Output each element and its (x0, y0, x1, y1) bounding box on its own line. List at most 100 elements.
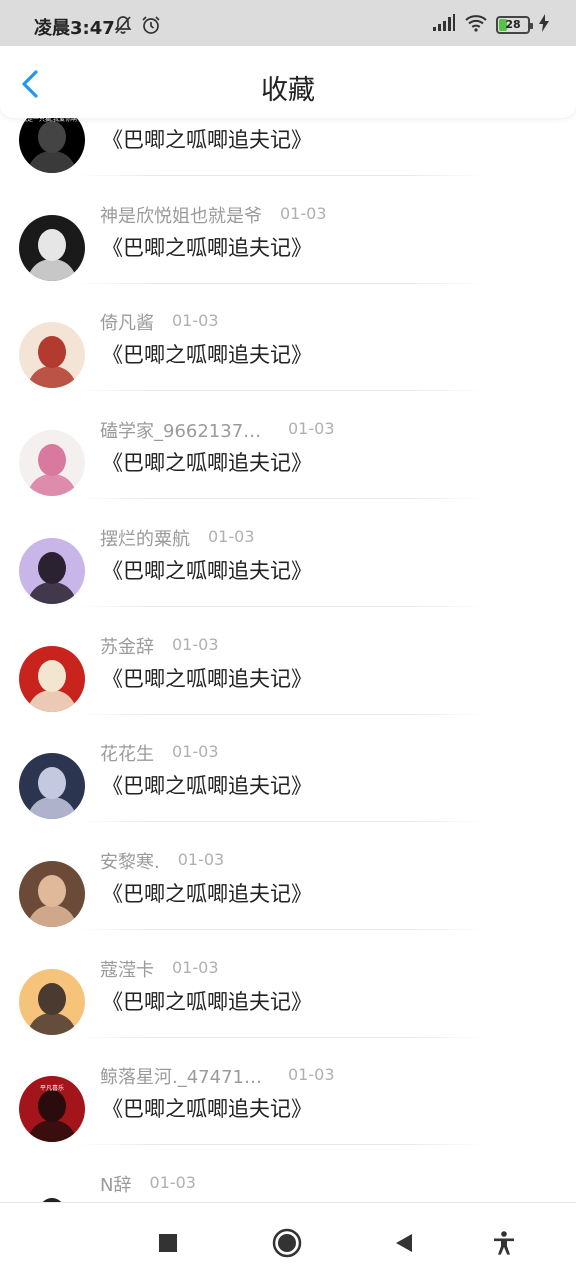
item-divider (76, 1144, 488, 1146)
list-item[interactable]: 磕学家_96621371... 01-03 《巴唧之呱唧追夫记》 (0, 405, 576, 513)
status-left-icons (113, 15, 161, 39)
user-name[interactable]: 花花生 (100, 740, 154, 764)
list-item[interactable]: 蔻滢卡 01-03 《巴唧之呱唧追夫记》 (0, 944, 576, 1052)
list-item[interactable]: 倚凡酱 01-03 《巴唧之呱唧追夫记》 (0, 297, 576, 405)
avatar[interactable] (19, 430, 85, 497)
status-right-icons: 28 (432, 14, 550, 36)
item-meta: 花花生 01-03 (100, 740, 219, 764)
list-item[interactable]: 神是欣悦姐也就是爷 01-03 《巴唧之呱唧追夫记》 (0, 190, 576, 298)
list-item[interactable]: 平凡喜乐 鲸落星河._474716... 01-03 《巴唧之呱唧追夫记》 (0, 1051, 576, 1159)
list-item[interactable]: N辞 01-03 (0, 1159, 576, 1202)
avatar[interactable] (19, 322, 85, 389)
home-button[interactable] (271, 1227, 303, 1259)
item-title[interactable]: 《巴唧之呱唧追夫记》 (102, 770, 312, 800)
avatar-face (38, 1090, 66, 1123)
item-title[interactable]: 《巴唧之呱唧追夫记》 (102, 663, 312, 693)
home-circle-icon (272, 1228, 302, 1258)
recent-apps-button[interactable] (152, 1227, 184, 1259)
avatar-face (38, 228, 66, 261)
avatar-image (19, 537, 85, 604)
list-item[interactable]: 摆烂的粟航 01-03 《巴唧之呱唧追夫记》 (0, 513, 576, 621)
avatar[interactable] (19, 860, 85, 927)
item-date: 01-03 (172, 634, 219, 654)
item-date: 01-03 (280, 203, 327, 223)
item-date: 01-03 (208, 526, 255, 546)
item-title[interactable]: 《巴唧之呱唧追夫记》 (102, 232, 312, 262)
avatar-face (38, 982, 66, 1015)
avatar-image (19, 214, 85, 281)
item-title[interactable]: 《巴唧之呱唧追夫记》 (102, 555, 312, 585)
user-name[interactable]: 磕学家_96621371... (100, 417, 270, 441)
avatar[interactable] (19, 537, 85, 604)
avatar-image (19, 860, 85, 927)
avatar-face (38, 874, 66, 907)
item-divider (76, 175, 488, 176)
user-name[interactable]: 倚凡酱 (100, 309, 154, 333)
silent-bell-icon (113, 15, 133, 39)
item-date: 01-03 (149, 1173, 196, 1192)
item-title[interactable]: 《巴唧之呱唧追夫记》 (102, 986, 312, 1016)
item-divider (76, 1036, 488, 1038)
avatar[interactable] (19, 645, 85, 712)
list-item[interactable]: 安黎寒. 01-03 《巴唧之呱唧追夫记》 (0, 836, 576, 944)
avatar-face (38, 336, 66, 369)
avatar-image: 平凡喜乐 (19, 1076, 85, 1143)
item-divider (76, 282, 488, 284)
avatar-face (38, 659, 66, 692)
item-meta: N辞 01-03 (100, 1171, 196, 1195)
avatar-caption: 平凡喜乐 (40, 1084, 64, 1092)
item-divider (76, 928, 488, 930)
avatar[interactable] (19, 968, 85, 1035)
user-name[interactable]: N辞 (100, 1171, 131, 1195)
signal-icon (432, 14, 456, 36)
item-meta: 倚凡酱 01-03 (100, 309, 219, 333)
avatar-image (19, 1184, 85, 1202)
item-title[interactable]: 《巴唧之呱唧追夫记》 (102, 1093, 312, 1123)
favorites-list[interactable]: 我是一只猫,我爱你啊了法慧乐岚01-03《巴唧之呱唧追夫记》神是欣悦姐也就是爷 0… (0, 108, 576, 1202)
user-name[interactable]: 蔻滢卡 (100, 956, 154, 980)
item-title[interactable]: 《巴唧之呱唧追夫记》 (102, 339, 312, 369)
accessibility-icon (494, 1231, 514, 1255)
avatar[interactable]: 平凡喜乐 (19, 1076, 85, 1143)
item-title[interactable]: 《巴唧之呱唧追夫记》 (102, 447, 312, 477)
avatar[interactable] (19, 753, 85, 820)
item-meta: 鲸落星河._474716... 01-03 (100, 1063, 335, 1087)
item-title[interactable]: 《巴唧之呱唧追夫记》 (102, 124, 312, 154)
alarm-icon (141, 15, 161, 39)
list-item[interactable]: 我是一只猫,我爱你啊了法慧乐岚01-03《巴唧之呱唧追夫记》 (0, 108, 576, 190)
item-meta: 安黎寒. 01-03 (100, 848, 224, 872)
back-nav-button[interactable] (388, 1227, 420, 1259)
item-divider (76, 605, 488, 607)
item-date: 01-03 (288, 1065, 335, 1085)
list-item[interactable]: 花花生 01-03 《巴唧之呱唧追夫记》 (0, 728, 576, 836)
avatar-face (38, 551, 66, 584)
avatar[interactable] (19, 214, 85, 281)
user-name[interactable]: 鲸落星河._474716... (100, 1063, 270, 1087)
item-meta: 苏金辞 01-03 (100, 633, 219, 657)
avatar-image (19, 430, 85, 497)
stop-square-icon (159, 1234, 177, 1252)
user-name[interactable]: 神是欣悦姐也就是爷 (100, 202, 262, 226)
battery-icon: 28 (496, 16, 533, 34)
header: 收藏 (0, 46, 576, 118)
avatar-face (38, 767, 66, 800)
battery-tip (530, 23, 533, 29)
item-divider (76, 713, 488, 715)
navigation-bar (0, 1202, 576, 1280)
page-title: 收藏 (261, 75, 315, 106)
avatar-image (19, 645, 85, 712)
list-item[interactable]: 苏金辞 01-03 《巴唧之呱唧追夫记》 (0, 621, 576, 729)
user-name[interactable]: 苏金辞 (100, 633, 154, 657)
charging-icon (538, 14, 550, 36)
item-meta: 神是欣悦姐也就是爷 01-03 (100, 202, 327, 226)
avatar-face (38, 121, 66, 153)
item-date: 01-03 (172, 742, 219, 762)
item-title[interactable]: 《巴唧之呱唧追夫记》 (102, 878, 312, 908)
item-divider (76, 390, 488, 392)
user-name[interactable]: 摆烂的粟航 (100, 525, 190, 549)
accessibility-button[interactable] (488, 1227, 520, 1259)
item-meta: 磕学家_96621371... 01-03 (100, 417, 335, 441)
item-date: 01-03 (172, 957, 219, 977)
user-name[interactable]: 安黎寒. (100, 848, 160, 872)
avatar[interactable] (19, 1184, 85, 1202)
